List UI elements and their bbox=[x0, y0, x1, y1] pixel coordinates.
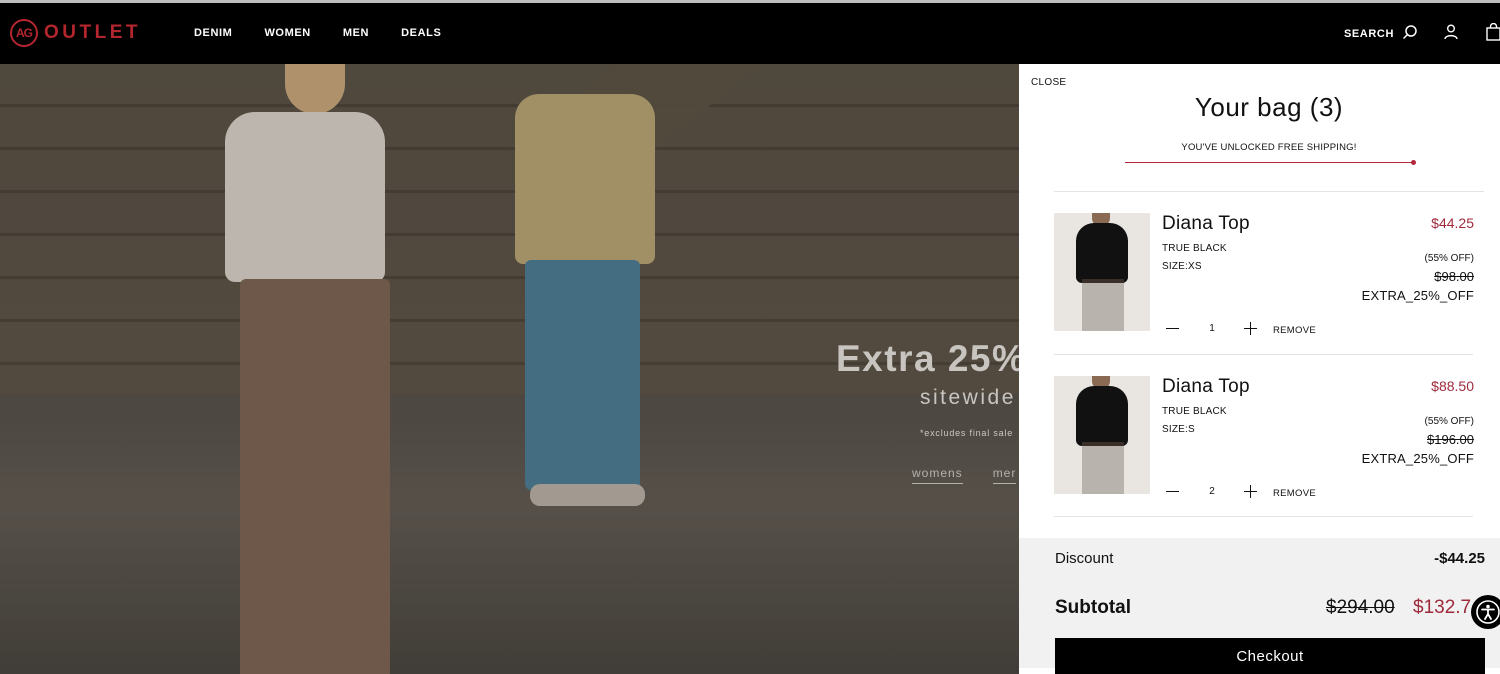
decrease-quantity-button[interactable] bbox=[1166, 485, 1180, 499]
item-discount-pct: (55% OFF) bbox=[1424, 253, 1474, 264]
header-actions: SEARCH bbox=[1344, 22, 1500, 44]
discount-label: Discount bbox=[1055, 550, 1114, 567]
item-original-price: $196.00 bbox=[1427, 432, 1474, 447]
ag-outlet-logo[interactable]: AG OUTLET bbox=[10, 19, 141, 47]
item-promo-code: EXTRA_25%_OFF bbox=[1361, 451, 1474, 466]
subtotal-value: $132.7 bbox=[1413, 597, 1472, 618]
accessibility-icon[interactable] bbox=[1471, 595, 1500, 629]
close-bag-button[interactable]: CLOSE bbox=[1031, 77, 1066, 88]
divider bbox=[1054, 191, 1484, 192]
account-icon[interactable] bbox=[1444, 24, 1458, 43]
page-dim-overlay[interactable] bbox=[0, 64, 1020, 674]
item-color: TRUE BLACK bbox=[1162, 406, 1227, 417]
item-promo-code: EXTRA_25%_OFF bbox=[1361, 288, 1474, 303]
logo-badge: AG bbox=[10, 19, 38, 47]
remove-item-button[interactable]: REMOVE bbox=[1273, 488, 1316, 499]
progress-dot bbox=[1411, 160, 1416, 165]
site-header: AG OUTLET DENIM WOMEN MEN DEALS SEARCH bbox=[0, 3, 1500, 64]
nav-women[interactable]: WOMEN bbox=[264, 27, 310, 39]
shopping-bag-drawer: CLOSE Your bag (3) YOU'VE UNLOCKED FREE … bbox=[1019, 64, 1500, 674]
shopping-bag-icon[interactable] bbox=[1486, 22, 1500, 44]
item-size: SIZE:XS bbox=[1162, 261, 1202, 272]
decrease-quantity-button[interactable] bbox=[1166, 322, 1180, 336]
main-nav: DENIM WOMEN MEN DEALS bbox=[194, 27, 441, 39]
divider bbox=[1054, 354, 1473, 355]
remove-item-button[interactable]: REMOVE bbox=[1273, 325, 1316, 336]
subtotal-original: $294.00 bbox=[1326, 597, 1395, 618]
search-label[interactable]: SEARCH bbox=[1344, 28, 1394, 40]
item-name[interactable]: Diana Top bbox=[1162, 376, 1250, 398]
item-size: SIZE:S bbox=[1162, 424, 1195, 435]
item-price: $88.50 bbox=[1431, 378, 1474, 394]
quantity-stepper: 1 REMOVE bbox=[1166, 321, 1316, 336]
search-icon[interactable] bbox=[1402, 24, 1418, 43]
increase-quantity-button[interactable] bbox=[1244, 321, 1258, 336]
item-original-price: $98.00 bbox=[1434, 269, 1474, 284]
nav-deals[interactable]: DEALS bbox=[401, 27, 441, 39]
free-shipping-message: YOU'VE UNLOCKED FREE SHIPPING! bbox=[1181, 142, 1357, 153]
shipping-progress-bar bbox=[1125, 160, 1416, 165]
quantity-stepper: 2 REMOVE bbox=[1166, 484, 1316, 499]
bag-item: Diana Top TRUE BLACK SIZE:XS $44.25 (55%… bbox=[1054, 213, 1474, 373]
nav-denim[interactable]: DENIM bbox=[194, 27, 232, 39]
item-price: $44.25 bbox=[1431, 215, 1474, 231]
divider bbox=[1054, 516, 1473, 517]
product-thumbnail[interactable] bbox=[1054, 213, 1150, 331]
bag-item: Diana Top TRUE BLACK SIZE:S $88.50 (55% … bbox=[1054, 376, 1474, 536]
bag-title: Your bag (3) bbox=[1194, 92, 1344, 122]
checkout-button[interactable]: Checkout bbox=[1055, 638, 1485, 674]
subtotal-label: Subtotal bbox=[1055, 597, 1131, 618]
item-name[interactable]: Diana Top bbox=[1162, 213, 1250, 235]
quantity-value: 1 bbox=[1209, 323, 1215, 334]
item-discount-pct: (55% OFF) bbox=[1424, 416, 1474, 427]
item-color: TRUE BLACK bbox=[1162, 243, 1227, 254]
logo-text: OUTLET bbox=[44, 22, 141, 43]
nav-men[interactable]: MEN bbox=[343, 27, 369, 39]
discount-value: -$44.25 bbox=[1434, 550, 1485, 567]
quantity-value: 2 bbox=[1209, 486, 1215, 497]
product-thumbnail[interactable] bbox=[1054, 376, 1150, 494]
increase-quantity-button[interactable] bbox=[1244, 484, 1258, 499]
